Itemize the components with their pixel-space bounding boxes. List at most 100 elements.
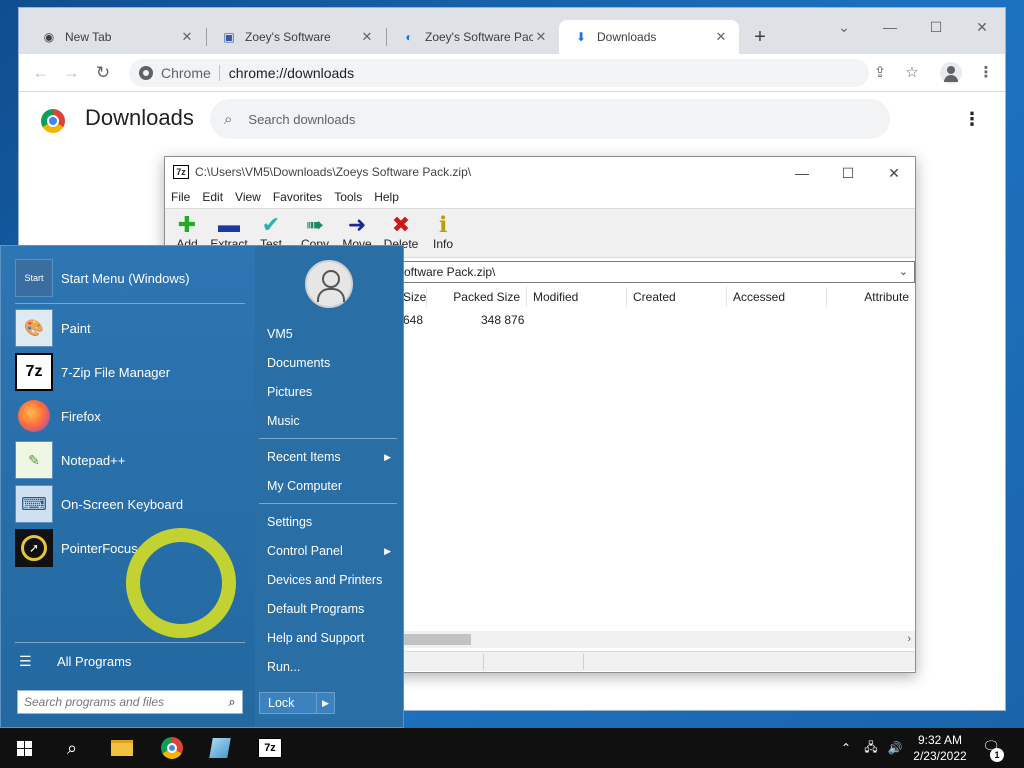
table-row[interactable]: 648 348 876 (403, 311, 915, 329)
search-taskbar-button[interactable]: ⌕ (48, 728, 96, 768)
start-item-7zip[interactable]: 7z 7-Zip File Manager (15, 352, 245, 392)
paint-icon: 🎨 (15, 309, 53, 347)
start-item-firefox[interactable]: Firefox (15, 396, 245, 436)
status-divider (483, 654, 484, 670)
folder-icon (111, 740, 133, 756)
keyboard-icon: ⌨ (15, 485, 53, 523)
chevron-up-icon[interactable]: ⌃ (836, 728, 856, 768)
tab-zoeys-software-pack[interactable]: ◐ Zoey's Software Pack ✕ (387, 20, 559, 54)
start-right-default-programs[interactable]: Default Programs (267, 598, 397, 620)
notification-center-button[interactable]: 🗨 1 (980, 738, 1004, 762)
column-packed-size[interactable]: Packed Size (427, 287, 527, 307)
start-item-paint[interactable]: 🎨 Paint (15, 308, 245, 348)
horizontal-scrollbar[interactable]: › (403, 631, 915, 648)
profile-icon[interactable] (940, 62, 962, 84)
start-right-music[interactable]: Music (267, 410, 397, 432)
reload-button[interactable]: ↻ (91, 61, 115, 85)
user-avatar[interactable] (305, 260, 353, 308)
tab-label: New Tab (65, 30, 112, 44)
start-right-help-and-support[interactable]: Help and Support (267, 627, 397, 649)
scrollbar-thumb[interactable] (403, 634, 471, 645)
column-attributes[interactable]: Attribute (827, 287, 915, 307)
bookmark-star-icon[interactable]: ☆ (901, 62, 923, 84)
new-tab-button[interactable]: + (747, 24, 773, 50)
volume-icon[interactable]: 🔊 (884, 728, 906, 768)
tab-zoeys-software[interactable]: ▣ Zoey's Software ✕ (207, 20, 385, 54)
column-modified[interactable]: Modified (527, 287, 627, 307)
column-created[interactable]: Created (627, 287, 727, 307)
chrome-icon: ◉ (43, 30, 55, 44)
start-right-recent-items[interactable]: Recent Items ▶ (267, 446, 397, 468)
sevenzip-icon: 7z (258, 738, 282, 758)
chevron-right-icon: ▶ (384, 545, 391, 556)
notepad-taskbar-button[interactable] (196, 728, 244, 768)
maximize-button[interactable]: ☐ (913, 16, 959, 38)
start-item-on-screen-keyboard[interactable]: ⌨ On-Screen Keyboard (15, 484, 245, 524)
search-icon: ⌕ (224, 110, 233, 128)
network-icon[interactable]: 🖧 (860, 728, 882, 768)
close-window-button[interactable]: ✕ (959, 16, 1005, 38)
tab-new-tab[interactable]: ◉ New Tab ✕ (27, 20, 205, 54)
minimize-button[interactable]: — (867, 16, 913, 38)
start-right-control-panel[interactable]: Control Panel ▶ (267, 540, 397, 562)
path-text: oftware Pack.zip\ (404, 265, 496, 279)
start-right-my-computer[interactable]: My Computer (267, 475, 397, 497)
all-programs-button[interactable]: ☰ All Programs (19, 648, 131, 674)
tab-label: Zoey's Software (245, 30, 331, 44)
share-icon[interactable]: ⇪ (869, 62, 891, 84)
search-downloads-input[interactable]: ⌕ Search downloads (210, 99, 890, 139)
chrome-secure-icon (139, 66, 153, 80)
chevron-right-icon: ▶ (384, 451, 391, 462)
tab-downloads[interactable]: ⬇ Downloads ✕ (559, 20, 739, 54)
start-button[interactable] (0, 728, 48, 768)
lock-button[interactable]: Lock ▶ (259, 692, 335, 714)
close-icon[interactable]: ✕ (533, 29, 549, 45)
address-bar[interactable]: Chrome chrome://downloads (129, 59, 869, 87)
menu-file[interactable]: File (171, 190, 190, 204)
sevenzip-taskbar-button[interactable]: 7z (246, 728, 294, 768)
chevron-down-icon[interactable]: ⌄ (899, 262, 908, 282)
start-menu-separator (259, 503, 397, 504)
menu-favorites[interactable]: Favorites (273, 190, 322, 204)
menu-edit[interactable]: Edit (202, 190, 223, 204)
minimize-button[interactable]: — (779, 162, 825, 184)
close-icon[interactable]: ✕ (179, 29, 195, 45)
start-right-settings[interactable]: Settings (267, 511, 397, 533)
start-item-notepadpp[interactable]: ✎ Notepad++ (15, 440, 245, 480)
start-item-start-menu-windows[interactable]: Start Start Menu (Windows) (15, 258, 245, 298)
chevron-right-icon[interactable]: ▶ (316, 693, 334, 713)
start-right-documents[interactable]: Documents (267, 352, 397, 374)
menu-bar: File Edit View Favorites Tools Help (165, 187, 915, 207)
info-button[interactable]: ℹ Info (421, 213, 465, 252)
close-window-button[interactable]: ✕ (871, 162, 917, 184)
path-combobox[interactable]: oftware Pack.zip\ ⌄ (403, 261, 915, 283)
chevron-right-icon[interactable]: › (907, 631, 911, 648)
column-size[interactable]: Size (403, 287, 427, 307)
menu-tools[interactable]: Tools (334, 190, 362, 204)
maximize-button[interactable]: ☐ (825, 162, 871, 184)
start-right-run[interactable]: Run... (267, 656, 397, 678)
start-item-label: Firefox (61, 408, 101, 424)
chrome-menu-icon[interactable]: ⋮ (975, 62, 997, 84)
start-item-label: Notepad++ (61, 452, 126, 468)
downloads-menu-icon[interactable]: ⋮ (963, 109, 981, 130)
start-right-devices-and-printers[interactable]: Devices and Printers (267, 569, 397, 591)
right-item-label: My Computer (267, 479, 343, 493)
sevenzip-icon: 7z (15, 353, 53, 391)
close-icon[interactable]: ✕ (713, 29, 729, 45)
search-icon[interactable]: ⌕ (222, 694, 242, 710)
start-search-input[interactable]: Search programs and files ⌕ (17, 690, 243, 714)
back-button[interactable]: ← (29, 61, 53, 85)
tab-search-icon[interactable]: ⌄ (821, 16, 867, 38)
column-accessed[interactable]: Accessed (727, 287, 827, 307)
clock[interactable]: 9:32 AM 2/23/2022 (906, 732, 974, 764)
close-icon[interactable]: ✕ (359, 29, 375, 45)
start-right-vm5[interactable]: VM5 (267, 323, 397, 345)
menu-view[interactable]: View (235, 190, 261, 204)
menu-help[interactable]: Help (374, 190, 399, 204)
file-explorer-button[interactable] (98, 728, 146, 768)
forward-button[interactable]: → (59, 61, 83, 85)
chrome-taskbar-button[interactable] (148, 728, 196, 768)
start-right-pictures[interactable]: Pictures (267, 381, 397, 403)
x-icon: ✖ (391, 212, 411, 237)
